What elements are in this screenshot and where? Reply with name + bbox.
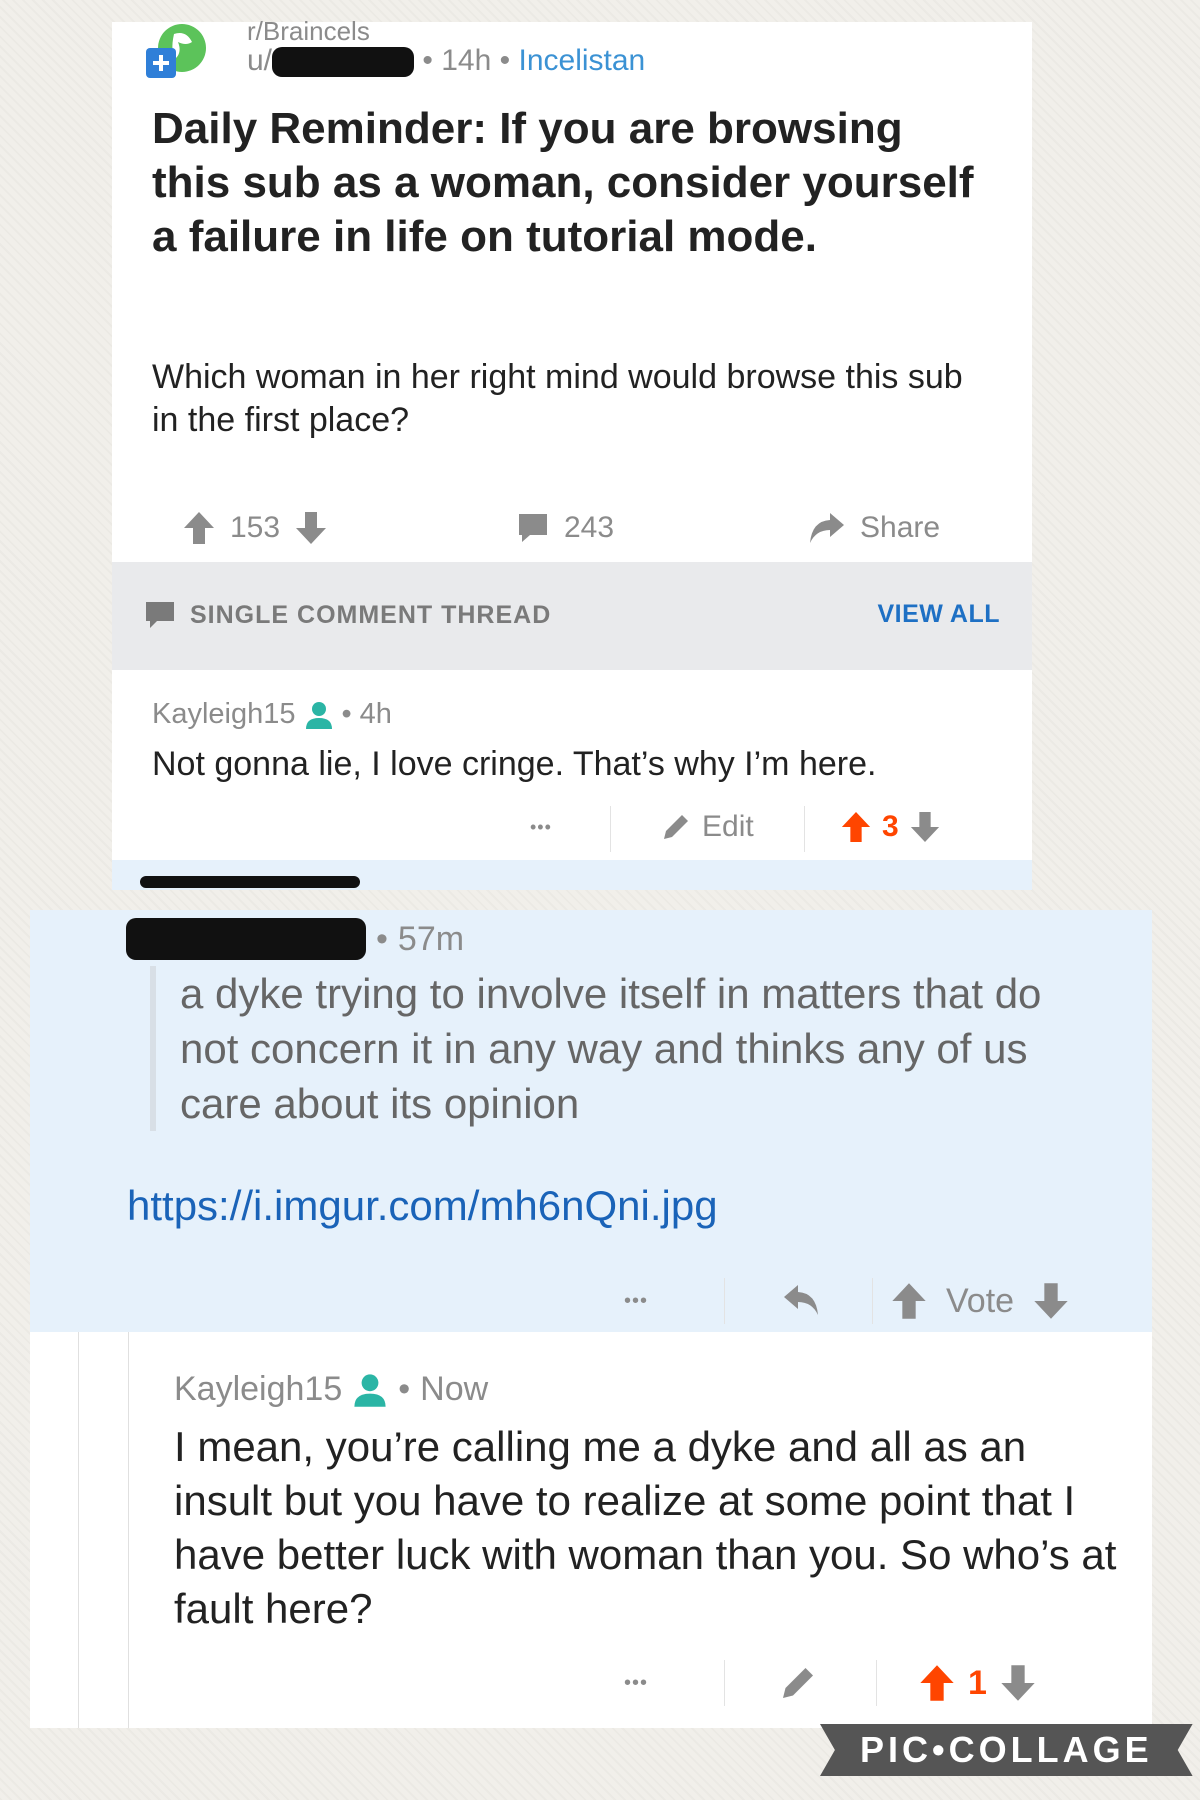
comments-button[interactable]: 243 — [516, 502, 614, 554]
comment-author[interactable]: Kayleigh15 — [152, 698, 296, 731]
downvote-arrow-icon[interactable] — [909, 810, 941, 844]
redacted-username — [272, 47, 415, 78]
subreddit-avatar-icon[interactable] — [144, 20, 206, 82]
comment-vote-group: 1 — [918, 1652, 1037, 1714]
edit-label: Edit — [702, 810, 754, 843]
upvote-arrow-icon[interactable] — [918, 1663, 956, 1703]
divider — [724, 1278, 725, 1324]
edit-button[interactable] — [778, 1652, 818, 1714]
comment-bubble-icon — [519, 514, 547, 542]
pencil-icon — [664, 815, 688, 839]
single-comment-thread-header: SINGLE COMMENT THREAD VIEW ALL — [112, 562, 1032, 670]
divider — [804, 806, 805, 852]
comment-score: 3 — [882, 810, 899, 843]
post-card: r/Braincels u/ • 14h • Incelistan Daily … — [112, 16, 1032, 562]
comment-action-bar: ••• Edit 3 — [112, 800, 1032, 854]
pencil-icon — [783, 1668, 813, 1698]
share-arrow-icon — [810, 513, 844, 543]
comment-age: 4h — [359, 698, 392, 730]
more-dots-icon: ••• — [530, 816, 552, 837]
more-options-button[interactable]: ••• — [624, 1652, 648, 1714]
user-person-icon — [305, 701, 332, 729]
subreddit-name[interactable]: r/Braincels — [247, 16, 370, 47]
reply-comment: • 57m a dyke trying to involve itself in… — [30, 910, 1152, 1332]
upvote-arrow-icon[interactable] — [840, 810, 872, 844]
comment-age: Now — [420, 1370, 489, 1408]
reply-action-bar: ••• Vote — [30, 1270, 1152, 1332]
comment-kayleigh-2: Kayleigh15 • Now I mean, you’re calling … — [30, 1332, 1152, 1728]
reply-button[interactable] — [782, 1270, 822, 1332]
comment-vote-group: 3 — [840, 800, 941, 854]
comment-meta: Kayleigh15 • 4h — [152, 698, 392, 731]
share-label: Share — [860, 511, 941, 544]
thread-label-group: SINGLE COMMENT THREAD — [144, 600, 551, 630]
more-dots-icon: ••• — [624, 1671, 649, 1694]
comment-meta: Kayleigh15 • Now — [174, 1370, 489, 1409]
post-title[interactable]: Daily Reminder: If you are browsing this… — [152, 102, 992, 264]
comment-text: Not gonna lie, I love cringe. That’s why… — [152, 745, 877, 783]
upvote-arrow-icon[interactable] — [890, 1281, 928, 1321]
piccollage-watermark: PIC•COLLAGE — [820, 1724, 1193, 1776]
post-score: 153 — [230, 511, 281, 544]
downvote-arrow-icon[interactable] — [294, 510, 328, 546]
comment-count: 243 — [564, 511, 615, 544]
divider — [872, 1278, 873, 1324]
divider — [610, 806, 611, 852]
post-flair: Incelistan — [518, 44, 646, 77]
reply-vote-group: Vote — [890, 1270, 1070, 1332]
user-person-icon — [354, 1373, 386, 1407]
comment-text: I mean, you’re calling me a dyke and all… — [174, 1423, 1117, 1632]
post-body: Which woman in her right mind would brow… — [152, 358, 963, 439]
vote-label: Vote — [946, 1281, 1015, 1320]
redacted-username — [126, 918, 366, 960]
author-prefix[interactable]: u/ — [247, 44, 272, 77]
comment-kayleigh-1: Kayleigh15 • 4h Not gonna lie, I love cr… — [112, 670, 1032, 860]
more-dots-icon: ••• — [624, 1289, 649, 1312]
reply-quote: a dyke trying to involve itself in matte… — [150, 966, 1110, 1131]
post-age: 14h — [441, 44, 492, 77]
comment-score: 1 — [968, 1663, 987, 1702]
more-options-button[interactable]: ••• — [624, 1270, 648, 1332]
comment-action-bar: ••• 1 — [30, 1652, 1152, 1714]
reply-arrow-icon — [784, 1285, 818, 1315]
comment-bubble-icon — [146, 602, 174, 628]
downvote-arrow-icon[interactable] — [999, 1663, 1037, 1703]
edit-button[interactable]: Edit — [660, 800, 754, 854]
view-all-link[interactable]: VIEW ALL — [877, 600, 1000, 629]
redaction-mark — [140, 876, 360, 888]
divider — [876, 1660, 877, 1706]
reply-meta: • 57m — [126, 918, 464, 960]
post-meta: u/ • 14h • Incelistan — [247, 44, 646, 78]
post-action-bar: 153 243 Share — [112, 502, 1032, 554]
thread-label: SINGLE COMMENT THREAD — [190, 600, 552, 629]
post-vote-group: 153 — [182, 502, 328, 554]
divider — [724, 1660, 725, 1706]
reply-age: 57m — [397, 919, 465, 958]
reply-link[interactable]: https://i.imgur.com/mh6nQni.jpg — [127, 1182, 718, 1230]
share-button[interactable]: Share — [808, 502, 940, 554]
downvote-arrow-icon[interactable] — [1032, 1281, 1070, 1321]
upvote-arrow-icon[interactable] — [182, 510, 216, 546]
comment-author[interactable]: Kayleigh15 — [174, 1370, 342, 1409]
more-options-button[interactable]: ••• — [530, 800, 552, 854]
